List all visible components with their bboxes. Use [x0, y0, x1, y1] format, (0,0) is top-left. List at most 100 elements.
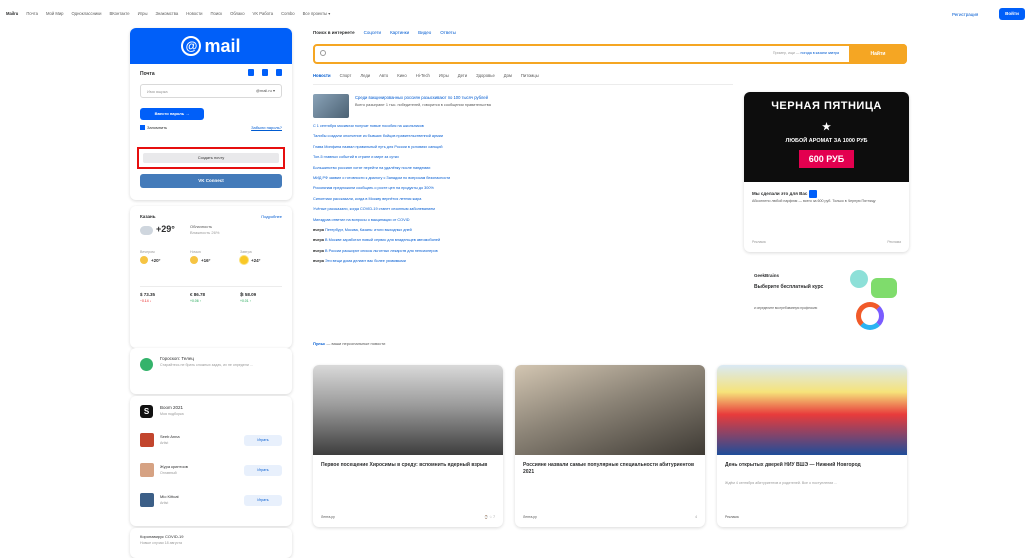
top-nav-item[interactable]: Одноклассники: [72, 11, 102, 16]
rate-btc[interactable]: ₿ 58.09 +0.01 ↑: [240, 292, 282, 303]
news-tab[interactable]: Питомцы: [521, 73, 539, 78]
search-box[interactable]: Пример, ищи — погода в казани завтра Най…: [313, 44, 907, 64]
news-card[interactable]: Первое посещение Хиросимы в среду: вспом…: [313, 365, 503, 527]
rate-change: −0.14 ↓: [140, 299, 152, 303]
news-item[interactable]: Топ-5 главных событий в стране и мире за…: [313, 155, 733, 165]
ad-card[interactable]: ЧЕРНАЯ ПЯТНИЦА ЛЮБОЙ АРОМАТ ЗА 1000 РУБ …: [744, 92, 909, 252]
news-item-time: вчера: [313, 248, 324, 253]
search-tab[interactable]: Ответы: [440, 30, 456, 35]
lead-news-image[interactable]: [313, 94, 349, 118]
play-button[interactable]: Играть: [244, 435, 282, 446]
pulse-link[interactable]: Пульс — ваши персональные новости: [313, 341, 385, 346]
track-item[interactable]: Жура криптоов Оглавный Играть: [140, 462, 282, 482]
news-item[interactable]: Россиянам предложили сообщать о росте це…: [313, 186, 733, 196]
forecast-label: Завтра: [240, 250, 252, 254]
news-card[interactable]: День открытых дверей НИУ ВШЭ — Нижний Но…: [717, 365, 907, 527]
search-hint-link[interactable]: погода в казани завтра: [801, 51, 839, 55]
play-button[interactable]: Играть: [244, 465, 282, 476]
news-tab[interactable]: Игры: [439, 73, 449, 78]
login-input[interactable]: Имя ящика @mail.ru ▾: [140, 84, 282, 98]
domain-select[interactable]: @mail.ru ▾: [256, 88, 275, 93]
rate-change: +0.06 ↑: [190, 299, 202, 303]
ad-title: Мы сделали это для Вас: [752, 190, 818, 198]
news-card-meta: 4: [695, 515, 697, 519]
top-nav-item[interactable]: Поиск: [210, 11, 222, 16]
track-item[interactable]: Seeb Anna Artist Играть: [140, 432, 282, 452]
top-nav-item[interactable]: Почта: [26, 11, 38, 16]
news-tab[interactable]: Новости: [313, 73, 331, 78]
top-nav-item[interactable]: ВКонтакте: [109, 11, 129, 16]
news-item-time: вчера: [313, 259, 324, 264]
news-item[interactable]: Синоптики рассказали, когда в Москву вер…: [313, 197, 733, 207]
top-nav-item[interactable]: Знакомства: [155, 11, 178, 16]
lead-news-title[interactable]: Среди вакцинированных россиян разыскиваю…: [355, 95, 488, 100]
forecast-night[interactable]: Ночью +16°: [190, 250, 232, 264]
news-item[interactable]: С 1 сентября москвичи получат новые посо…: [313, 124, 733, 134]
weather-city[interactable]: Казань: [140, 214, 156, 219]
news-item[interactable]: вчера Петербург, Москва, Казань: итоги в…: [313, 228, 733, 238]
forecast-tomorrow[interactable]: Завтра +24°: [240, 250, 282, 264]
decorative-ring: [856, 302, 884, 330]
news-item[interactable]: вчера Эти вещи дома делают вас более уяз…: [313, 259, 733, 269]
news-item[interactable]: МИД РФ заявил о готовности к диалогу с З…: [313, 176, 733, 186]
news-tab[interactable]: Авто: [379, 73, 388, 78]
top-nav-item[interactable]: Мой Мир: [46, 11, 64, 16]
news-tab[interactable]: Кино: [397, 73, 406, 78]
news-item[interactable]: Учёные рассказали, когда COVID-19 станет…: [313, 207, 733, 217]
top-nav-item[interactable]: Mailru: [6, 11, 18, 16]
enter-password-button[interactable]: Ввести пароль →: [140, 108, 204, 120]
news-tab[interactable]: Здоровье: [476, 73, 495, 78]
top-nav-item[interactable]: Все проекты ▾: [303, 11, 331, 16]
track-artist: Artist: [160, 441, 169, 445]
cloud-icon[interactable]: [262, 69, 268, 76]
covid-title: Коронавирус COVID-19: [140, 534, 184, 539]
mail-icons: [248, 69, 282, 76]
news-item[interactable]: Минздрав ответил на вопросы о вакцинации…: [313, 218, 733, 228]
vk-connect-button[interactable]: VK Connect: [140, 174, 282, 188]
play-button[interactable]: Играть: [244, 495, 282, 506]
search-tab[interactable]: Соцсети: [364, 30, 381, 35]
forgot-password-link[interactable]: Забыли пароль?: [251, 125, 282, 130]
register-link[interactable]: Регистрация: [952, 12, 978, 17]
news-tab[interactable]: Hi-Tech: [416, 73, 430, 78]
forecast-evening[interactable]: Вечером +20°: [140, 250, 182, 264]
news-item[interactable]: Большинство россиян хотят перейти на уда…: [313, 166, 733, 176]
news-card[interactable]: Россияне назвали самые популярные специа…: [515, 365, 705, 527]
top-nav-item[interactable]: Новости: [186, 11, 202, 16]
news-tab[interactable]: Спорт: [340, 73, 352, 78]
news-tab[interactable]: Леди: [360, 73, 370, 78]
checkbox-icon[interactable]: [140, 125, 145, 130]
weather-more-link[interactable]: Подробнее: [261, 214, 282, 219]
flag-icon[interactable]: [248, 69, 254, 76]
remember-checkbox[interactable]: Запомнить: [140, 125, 167, 130]
top-nav-item[interactable]: Игры: [138, 11, 148, 16]
top-nav-item[interactable]: Combo: [281, 11, 295, 16]
search-tab[interactable]: Видео: [418, 30, 431, 35]
news-item[interactable]: Глава Минфина назвал правильный путь для…: [313, 145, 733, 155]
rate-usd[interactable]: $ 73.35 −0.14 ↓: [140, 292, 182, 303]
horoscope-card[interactable]: Гороскоп: Телец Старайтесь не брать слож…: [130, 348, 292, 394]
news-tab[interactable]: Дети: [458, 73, 467, 78]
create-mail-button[interactable]: Создать почту: [143, 153, 279, 163]
news-card-source: Лента.ру: [321, 515, 335, 519]
mail-logo[interactable]: @ mail: [130, 28, 292, 64]
track-name: Жура криптоов: [160, 464, 188, 469]
geekbrains-ad[interactable]: GeekBrains Выберите бесплатный курс и оп…: [744, 262, 909, 340]
news-item-text: МИД РФ заявил о готовности к диалогу с З…: [313, 175, 451, 180]
top-nav-item[interactable]: VK Работа: [253, 11, 274, 16]
search-tab[interactable]: Поиск в интернете: [313, 30, 355, 35]
news-item[interactable]: вчера В России расширят список льготных …: [313, 249, 733, 259]
top-nav-item[interactable]: Облако: [230, 11, 244, 16]
news-item[interactable]: Талибы создали ополчение из бывших бойцо…: [313, 134, 733, 144]
search-button[interactable]: Найти: [849, 44, 907, 64]
track-item[interactable]: Mio Kittcat Artist Играть: [140, 492, 282, 512]
search-tab[interactable]: Картинки: [390, 30, 409, 35]
news-item[interactable]: вчера В Москве заработал новый сервис дл…: [313, 238, 733, 248]
news-tab[interactable]: Дом: [504, 73, 512, 78]
news-card-source: Реклама: [725, 515, 739, 519]
rate-eur[interactable]: € 86.78 +0.06 ↑: [190, 292, 232, 303]
music-title[interactable]: Boom 2021: [160, 405, 183, 410]
calendar-icon[interactable]: [276, 69, 282, 76]
login-button[interactable]: Войти: [999, 8, 1025, 20]
covid-card[interactable]: Коронавирус COVID-19 Новые случаи 18 авг…: [130, 528, 292, 558]
